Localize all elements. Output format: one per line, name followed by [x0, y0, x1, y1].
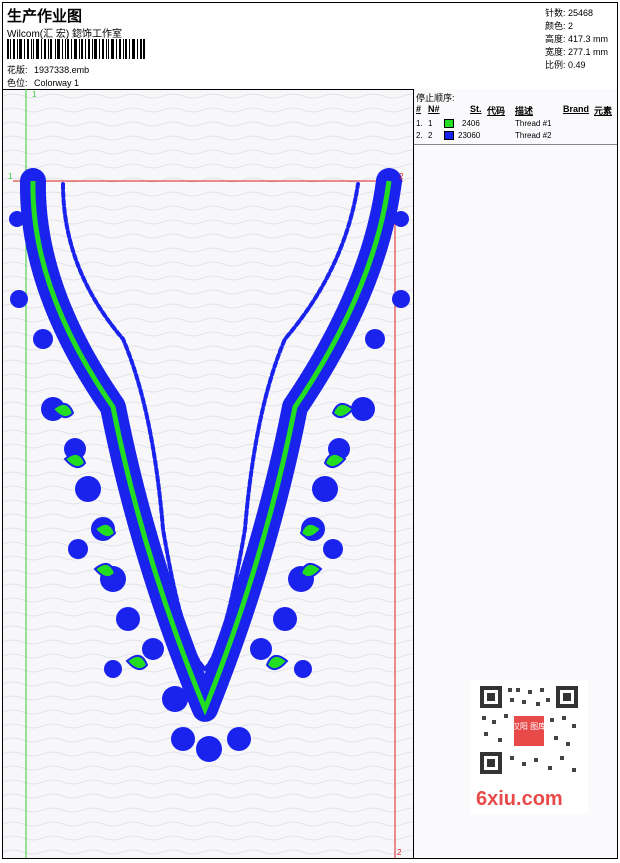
col-element: 元素 [594, 106, 613, 116]
marker-left: 1 [8, 172, 13, 181]
stats-panel: 针数: 25468 颜色: 2 高度: 417.3 mm 宽度: 277.1 m… [543, 3, 617, 90]
design-file: 花版: 1937338.emb [7, 63, 89, 76]
qr-center-label: 汉阳 图库 [512, 721, 546, 731]
panel-divider [414, 144, 617, 145]
col-desc: 描述 [515, 106, 534, 116]
marker-right-bottom: 2 [397, 848, 402, 857]
stop-row-number: 1 [428, 119, 433, 128]
stop-row-number: 2 [428, 131, 433, 140]
marker-start: 1 [32, 90, 37, 99]
thread-swatch [444, 119, 454, 128]
stop-sequence-heading: 停止顺序: [416, 93, 455, 103]
header-panel: 生产作业图 Wilcom(汇 宏) 鍃饰工作室 花版: 1937338.emb … [3, 3, 544, 90]
color-count: 颜色: 2 [545, 21, 574, 31]
stop-row-desc: Thread #2 [515, 131, 552, 140]
colorway-value: Colorway 1 [34, 78, 80, 88]
col-stitch: St. [470, 104, 482, 114]
stop-row-desc: Thread #1 [515, 119, 552, 128]
stop-row-code: 2406 [462, 119, 480, 128]
col-index: # [416, 104, 422, 114]
stop-row: 2. 2 23060 Thread #2 [414, 130, 617, 142]
design-label: 花版: [7, 65, 28, 75]
design-width: 宽度: 277.1 mm [545, 47, 609, 57]
stop-row-code: 23060 [458, 131, 481, 140]
stop-row: 1. 1 2406 Thread #1 [414, 118, 617, 130]
company-name: Wilcom(汇 宏) 鍃饰工作室 [7, 29, 122, 40]
stitch-count: 针数: 25468 [545, 8, 594, 18]
stop-row-index: 2. [416, 131, 423, 140]
design-value: 1937338.emb [34, 65, 90, 75]
embroidery-preview: 1 1 2 2 [3, 89, 413, 858]
stop-row-index: 1. [416, 119, 423, 128]
marker-right-top: 2 [399, 172, 404, 181]
page-title: 生产作业图 [7, 8, 83, 25]
col-code: 代码 [487, 106, 506, 116]
design-canvas: 1 1 2 2 [3, 89, 414, 858]
design-scale: 比例: 0.49 [545, 60, 586, 70]
watermark-text: 6xiu.com [476, 788, 563, 810]
barcode-icon [7, 39, 145, 59]
col-brand: Brand [563, 104, 590, 114]
col-stop: N# [428, 104, 440, 114]
design-height: 高度: 417.3 mm [545, 34, 609, 44]
colorway: 色位: Colorway 1 [7, 76, 79, 89]
thread-swatch [444, 131, 454, 140]
colorway-label: 色位: [7, 78, 28, 88]
qr-code-icon: 汉阳 图库 [480, 686, 578, 774]
